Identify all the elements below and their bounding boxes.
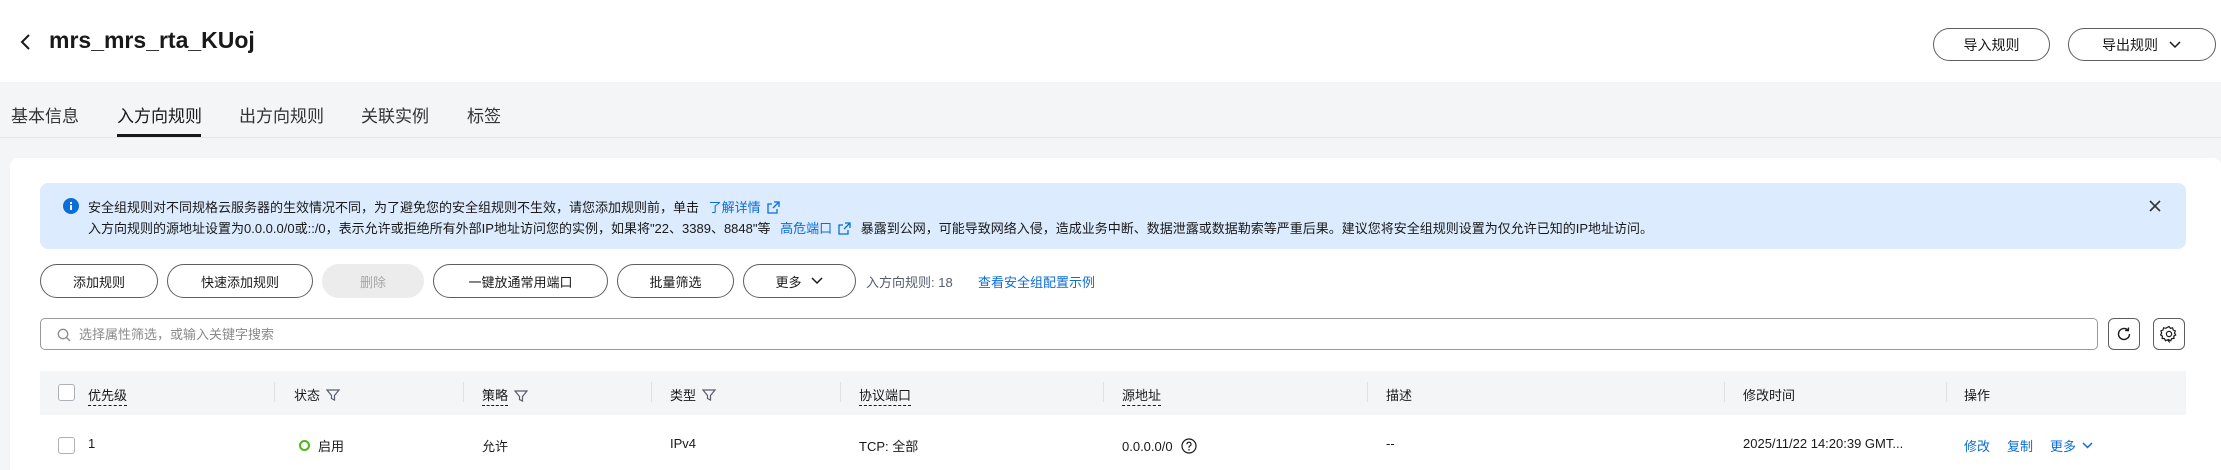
cell-policy: 允许 bbox=[482, 439, 509, 454]
column-divider bbox=[651, 382, 652, 402]
tab-tags[interactable]: 标签 bbox=[467, 102, 501, 138]
tab-outbound-rules[interactable]: 出方向规则 bbox=[239, 102, 324, 138]
select-all-checkbox[interactable] bbox=[58, 384, 75, 401]
cell-priority: 1 bbox=[88, 436, 96, 451]
column-header-source[interactable]: 源地址 bbox=[1122, 385, 1162, 406]
cell-type: IPv4 bbox=[670, 436, 697, 451]
inbound-rule-count: 入方向规则: 18 bbox=[866, 275, 953, 290]
config-example-link[interactable]: 查看安全组配置示例 bbox=[978, 272, 1095, 291]
filter-icon[interactable] bbox=[326, 388, 341, 402]
info-icon bbox=[63, 198, 79, 214]
alert-text-line1: 安全组规则对不同规格云服务器的生效情况不同，为了避免您的安全组规则不生效，请您添… bbox=[88, 197, 780, 216]
cell-protocol-port: TCP: 全部 bbox=[859, 439, 919, 454]
modify-link[interactable]: 修改 bbox=[1964, 436, 1990, 455]
cell-status: 启用 bbox=[299, 436, 344, 455]
settings-button[interactable] bbox=[2153, 318, 2185, 350]
close-icon[interactable] bbox=[2146, 197, 2164, 215]
column-header-protocol-port[interactable]: 协议端口 bbox=[859, 385, 912, 406]
info-alert bbox=[40, 183, 2186, 249]
tab-basic-info[interactable]: 基本信息 bbox=[11, 102, 79, 138]
column-divider bbox=[1367, 382, 1368, 402]
page-title: mrs_mrs_rta_KUoj bbox=[49, 27, 255, 53]
search-bar[interactable] bbox=[40, 318, 2098, 350]
help-icon[interactable] bbox=[1181, 438, 1197, 454]
column-divider bbox=[1103, 382, 1104, 402]
cell-description: -- bbox=[1386, 436, 1395, 451]
column-header-modified-time: 修改时间 bbox=[1743, 388, 1796, 403]
tab-inbound-rules[interactable]: 入方向规则 bbox=[117, 102, 202, 138]
search-icon bbox=[57, 328, 71, 342]
column-divider bbox=[463, 382, 464, 402]
search-input[interactable] bbox=[79, 319, 1979, 349]
tab-associated-instances[interactable]: 关联实例 bbox=[361, 102, 429, 138]
cell-modified-time: 2025/11/22 14:20:39 GMT... bbox=[1743, 436, 1904, 451]
copy-link[interactable]: 复制 bbox=[2007, 436, 2033, 455]
back-arrow-icon[interactable] bbox=[16, 30, 36, 54]
row-checkbox[interactable] bbox=[58, 437, 75, 454]
import-rules-button[interactable]: 导入规则 bbox=[1933, 28, 2050, 61]
column-header-description: 描述 bbox=[1386, 388, 1413, 403]
open-common-ports-button[interactable]: 一键放通常用端口 bbox=[433, 264, 608, 298]
batch-filter-button[interactable]: 批量筛选 bbox=[617, 264, 734, 298]
cell-source: 0.0.0.0/0 bbox=[1122, 438, 1197, 454]
add-rule-button[interactable]: 添加规则 bbox=[40, 264, 158, 298]
more-actions-button[interactable]: 更多 bbox=[743, 264, 856, 298]
delete-button[interactable]: 删除 bbox=[322, 264, 424, 298]
refresh-button[interactable] bbox=[2108, 318, 2140, 350]
export-rules-button[interactable]: 导出规则 bbox=[2068, 28, 2216, 61]
column-divider bbox=[1724, 382, 1725, 402]
chevron-down-icon bbox=[2169, 40, 2181, 48]
column-header-priority[interactable]: 优先级 bbox=[88, 385, 128, 406]
column-header-type[interactable]: 类型 bbox=[670, 385, 717, 404]
filter-icon[interactable] bbox=[702, 388, 717, 402]
gear-icon bbox=[2160, 325, 2177, 343]
table-header bbox=[40, 371, 2186, 415]
quick-add-rule-button[interactable]: 快速添加规则 bbox=[167, 264, 313, 298]
column-header-actions: 操作 bbox=[1964, 388, 1991, 403]
tab-bar: 基本信息 入方向规则 出方向规则 关联实例 标签 bbox=[0, 82, 2221, 138]
refresh-icon bbox=[2117, 327, 2131, 341]
filter-icon[interactable] bbox=[514, 389, 529, 403]
column-divider bbox=[1946, 382, 1947, 402]
row-more-link[interactable]: 更多 bbox=[2050, 436, 2094, 455]
column-divider bbox=[274, 382, 275, 402]
chevron-down-icon bbox=[2082, 442, 2093, 449]
alert-text-line2: 入方向规则的源地址设置为0.0.0.0/0或::/0，表示允许或拒绝所有外部IP… bbox=[88, 221, 1654, 236]
column-header-status[interactable]: 状态 bbox=[294, 385, 341, 404]
status-enabled-icon bbox=[299, 440, 310, 451]
learn-more-link[interactable]: 了解详情 bbox=[709, 200, 761, 215]
page-header: mrs_mrs_rta_KUoj 导入规则 导出规则 bbox=[0, 0, 2221, 82]
external-link-icon[interactable] bbox=[838, 222, 851, 235]
column-header-policy[interactable]: 策略 bbox=[482, 385, 529, 406]
active-tab-indicator bbox=[117, 134, 201, 137]
column-divider bbox=[840, 382, 841, 402]
external-link-icon[interactable] bbox=[767, 201, 780, 214]
high-risk-ports-link[interactable]: 高危端口 bbox=[780, 221, 832, 236]
chevron-down-icon bbox=[810, 277, 823, 285]
